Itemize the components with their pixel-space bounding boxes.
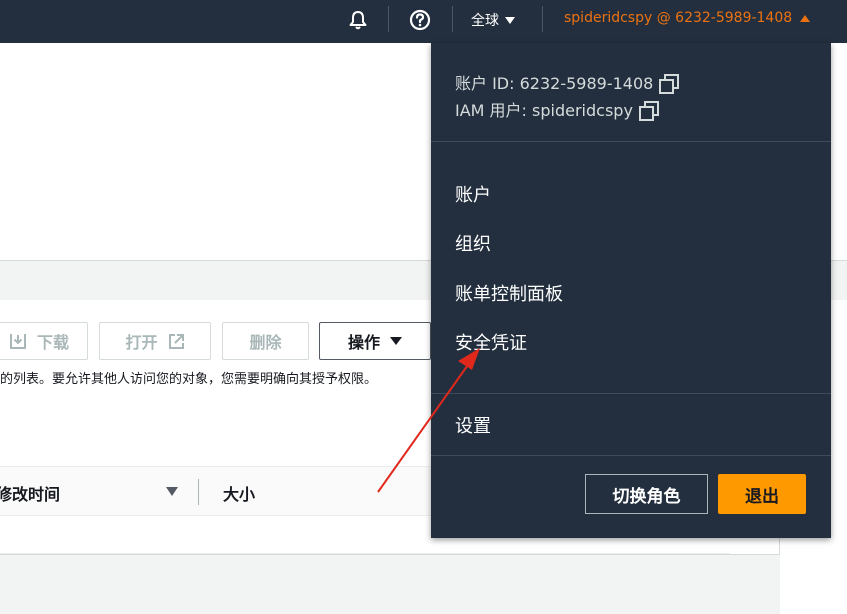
region-label: 全球: [471, 13, 499, 29]
nav-divider: [452, 6, 453, 32]
switch-role-button[interactable]: 切换角色: [585, 474, 708, 514]
delete-button[interactable]: 删除: [222, 322, 309, 360]
column-modified-time[interactable]: 修改时间: [0, 481, 60, 505]
menu-divider: [431, 141, 831, 142]
iam-user-row: IAM 用户: spideridcspy: [455, 97, 659, 121]
account-menu-toggle[interactable]: spideridcspy @ 6232-5989-1408: [564, 10, 811, 26]
column-divider: [198, 479, 199, 505]
open-button[interactable]: 打开: [99, 322, 211, 360]
copy-icon[interactable]: [638, 100, 659, 121]
menu-item-security-credentials[interactable]: 安全凭证: [455, 329, 527, 355]
sort-icon[interactable]: [166, 487, 178, 496]
open-label: 打开: [125, 333, 158, 352]
account-id-row: 账户 ID: 6232-5989-1408: [455, 70, 680, 94]
caret-down-icon: [505, 16, 515, 24]
menu-divider: [431, 393, 831, 394]
download-label: 下载: [36, 333, 69, 352]
account-id-text: 账户 ID: 6232-5989-1408: [455, 74, 654, 93]
delete-label: 删除: [249, 333, 282, 352]
caret-down-icon: [390, 337, 402, 345]
download-icon: [9, 334, 26, 349]
region-selector[interactable]: 全球: [471, 10, 515, 30]
actions-button[interactable]: 操作: [319, 322, 431, 360]
question-circle-icon[interactable]: [408, 8, 432, 32]
account-dropdown-menu: 账户 ID: 6232-5989-1408 IAM 用户: spideridcs…: [431, 43, 831, 538]
logout-button[interactable]: 退出: [718, 474, 806, 514]
menu-item-organization[interactable]: 组织: [455, 230, 491, 256]
menu-divider: [431, 455, 831, 456]
nav-divider: [542, 6, 543, 32]
actions-label: 操作: [347, 333, 380, 352]
account-label: spideridcspy @ 6232-5989-1408: [564, 10, 793, 26]
bell-icon[interactable]: [346, 8, 370, 32]
permission-notice: 的列表。要允许其他人访问您的对象，您需要明确向其授予权限。: [0, 372, 378, 387]
column-size[interactable]: 大小: [223, 481, 255, 505]
nav-divider: [388, 6, 389, 32]
menu-item-settings[interactable]: 设置: [455, 412, 491, 438]
caret-up-icon: [800, 14, 811, 22]
copy-icon[interactable]: [659, 73, 680, 94]
top-nav-bar: 全球 spideridcspy @ 6232-5989-1408: [0, 0, 847, 43]
iam-user-text: IAM 用户: spideridcspy: [455, 101, 633, 120]
menu-item-billing-dashboard[interactable]: 账单控制面板: [455, 280, 563, 306]
menu-item-account[interactable]: 账户: [455, 181, 491, 207]
external-link-icon: [168, 333, 184, 349]
download-button[interactable]: 下载: [0, 322, 88, 360]
